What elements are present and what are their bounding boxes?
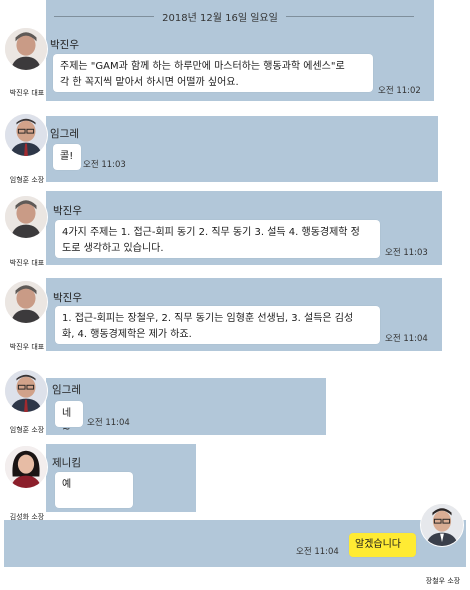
sender-caption: 임형훈 소장 — [9, 426, 45, 434]
message-time: 오전 11:04 — [385, 334, 428, 344]
message-time: 오전 11:04 — [296, 547, 339, 557]
message-line: 1. 접근-회피는 장철우, 2. 직무 동기는 임형훈 선생님, 3. 설득은… — [62, 313, 354, 324]
message-bubble: 예 — [55, 472, 133, 508]
my-message-bubble: 알겠습니다 — [349, 533, 416, 557]
message-line: 예 — [62, 479, 72, 490]
sender-name: 박진우 — [50, 39, 79, 51]
sender-caption: 김성화 소장 — [9, 513, 45, 521]
man-glasses-avatar[interactable] — [4, 113, 48, 157]
sender-name: 박진우 — [53, 205, 82, 217]
message-line: 도로 생각하고 있습니다. — [62, 243, 164, 254]
message-line: 콜! — [60, 151, 74, 162]
date-divider-line-left — [54, 16, 154, 17]
chat-panel-2 — [46, 116, 438, 182]
message-bubble: 1. 접근-회피는 장철우, 2. 직무 동기는 임형훈 선생님, 3. 설득은… — [55, 306, 380, 344]
message-line: 각 한 꼭지씩 맡아서 하시면 어떨까 싶어요. — [60, 77, 239, 88]
sender-caption: 박진우 대표 — [9, 343, 45, 351]
message-bubble: 콜! — [53, 144, 81, 170]
man-gray-hair-avatar[interactable] — [4, 280, 48, 324]
message-line: 화, 4. 행동경제학은 제가 하죠. — [62, 329, 192, 340]
message-time: 오전 11:03 — [83, 160, 126, 170]
my-caption: 장철우 소장 — [425, 577, 461, 585]
sender-name: 제니킴 — [52, 457, 81, 469]
sender-name: 박진우 — [53, 292, 82, 304]
date-divider: 2018년 12월 16일 일요일 — [162, 13, 278, 24]
message-line: 알겠습니다 — [355, 539, 401, 550]
message-line: 4가지 주제는 1. 접근-회피 동기 2. 직무 동기 3. 설득 4. 행동… — [62, 227, 360, 238]
message-line: 네~ — [62, 408, 72, 435]
message-bubble: 네~ — [55, 401, 83, 435]
man-glasses-suit-avatar[interactable] — [420, 503, 464, 547]
man-gray-hair-avatar[interactable] — [4, 27, 48, 71]
sender-name: 임그레 — [50, 128, 79, 140]
message-bubble: 4가지 주제는 1. 접근-회피 동기 2. 직무 동기 3. 설득 4. 행동… — [55, 220, 380, 258]
man-glasses-avatar[interactable] — [4, 369, 48, 413]
message-line: 주제는 "GAM과 함께 하는 하루만에 마스터하는 행동과학 에센스"로 — [60, 61, 345, 72]
woman-avatar[interactable] — [4, 445, 48, 489]
man-gray-hair-avatar[interactable] — [4, 195, 48, 239]
message-time: 오전 11:02 — [378, 86, 421, 96]
sender-caption: 박진우 대표 — [9, 259, 45, 267]
message-time: 오전 11:04 — [87, 418, 130, 428]
sender-name: 임그레 — [52, 384, 81, 396]
sender-caption: 임형훈 소장 — [9, 176, 45, 184]
date-divider-line-right — [286, 16, 414, 17]
message-bubble: 주제는 "GAM과 함께 하는 하루만에 마스터하는 행동과학 에센스"로 각 … — [53, 54, 373, 92]
sender-caption: 박진우 대표 — [9, 89, 45, 97]
message-time: 오전 11:03 — [385, 248, 428, 258]
